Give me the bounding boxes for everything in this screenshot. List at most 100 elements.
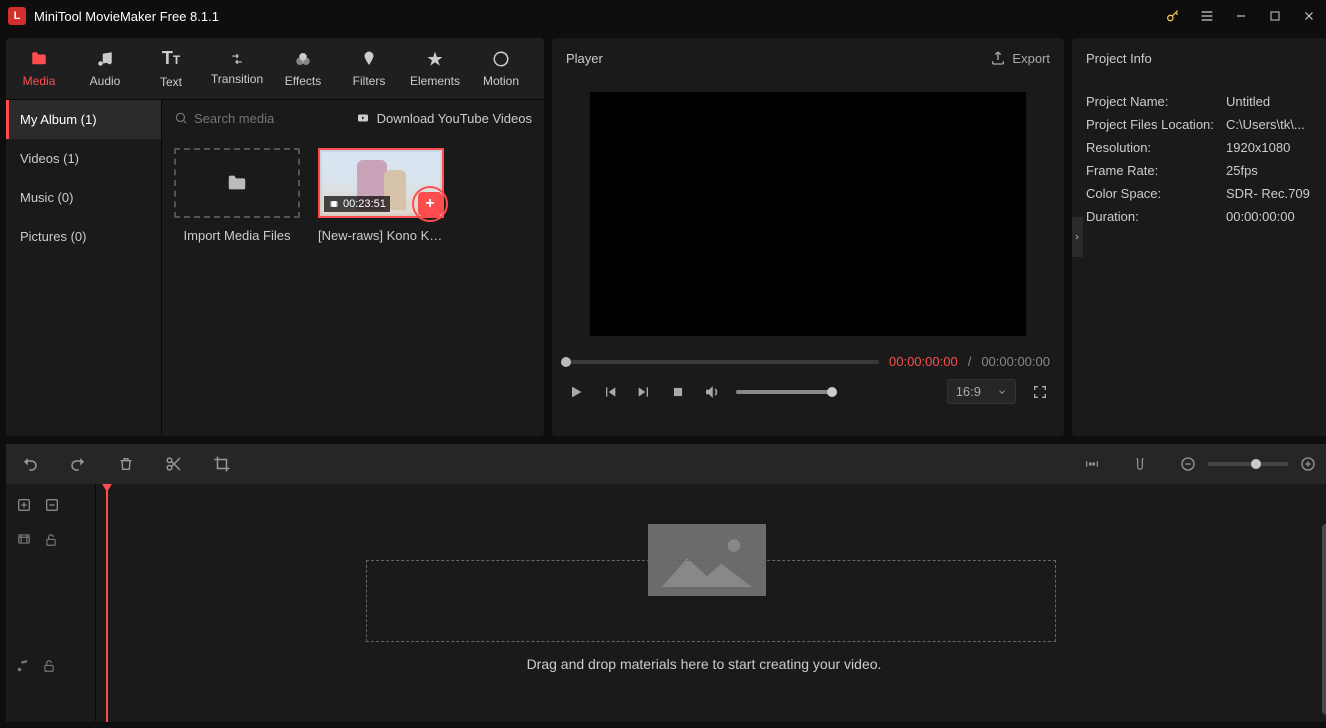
- remove-track-icon[interactable]: [44, 497, 60, 513]
- tab-label: Motion: [483, 74, 519, 88]
- playhead[interactable]: [106, 484, 108, 722]
- export-icon: [990, 50, 1006, 66]
- key-icon[interactable]: [1164, 7, 1182, 25]
- export-button[interactable]: Export: [990, 50, 1050, 66]
- fullscreen-button[interactable]: [1030, 382, 1050, 402]
- volume-button[interactable]: [702, 382, 722, 402]
- sidebar-item-videos[interactable]: Videos (1): [6, 139, 161, 178]
- tab-elements[interactable]: Elements: [402, 38, 468, 99]
- undo-button[interactable]: [20, 454, 40, 474]
- info-row: Frame Rate:25fps: [1086, 163, 1318, 178]
- volume-slider[interactable]: [736, 390, 832, 394]
- text-icon: TT: [162, 48, 180, 69]
- redo-button[interactable]: [68, 454, 88, 474]
- split-button[interactable]: [164, 454, 184, 474]
- search-icon: [174, 111, 188, 125]
- sidebar-item-pictures[interactable]: Pictures (0): [6, 217, 161, 256]
- minimize-icon[interactable]: [1232, 7, 1250, 25]
- lock-icon[interactable]: [44, 532, 58, 548]
- sidebar-item-music[interactable]: Music (0): [6, 178, 161, 217]
- clip-name: [New-raws] Kono Ka...: [318, 228, 444, 243]
- tab-audio[interactable]: Audio: [72, 38, 138, 99]
- zoom-in-button[interactable]: [1298, 454, 1318, 474]
- sidebar-item-myalbum[interactable]: My Album (1): [6, 100, 161, 139]
- import-media-card[interactable]: Import Media Files: [174, 148, 300, 243]
- download-youtube-button[interactable]: Download YouTube Videos: [355, 111, 532, 126]
- player-title: Player: [566, 51, 603, 66]
- maximize-icon[interactable]: [1266, 7, 1284, 25]
- time-total: 00:00:00:00: [981, 354, 1050, 369]
- track-headers: [6, 484, 96, 722]
- media-area: Download YouTube Videos Import Media Fil…: [162, 100, 544, 436]
- music-icon: [96, 50, 114, 68]
- fit-button[interactable]: [1082, 454, 1102, 474]
- motion-icon: [492, 50, 510, 68]
- snap-button[interactable]: [1130, 454, 1150, 474]
- crop-button[interactable]: [212, 454, 232, 474]
- tab-label: Audio: [90, 74, 121, 88]
- transition-icon: [227, 52, 247, 66]
- filters-icon: [360, 50, 378, 68]
- app-title: MiniTool MovieMaker Free 8.1.1: [34, 9, 1164, 24]
- drop-zone[interactable]: [366, 560, 1056, 642]
- track-header-audio: [6, 636, 95, 696]
- time-current: 00:00:00:00: [889, 354, 958, 369]
- add-to-timeline-button[interactable]: +: [412, 186, 448, 222]
- elements-icon: [426, 50, 444, 68]
- timeline-scrollbar[interactable]: [1322, 524, 1326, 716]
- zoom-out-button[interactable]: [1178, 454, 1198, 474]
- info-row: Color Space:SDR- Rec.709: [1086, 186, 1318, 201]
- media-clip-card[interactable]: 00:23:51 + [New-raws] Kono Ka...: [318, 148, 444, 243]
- duration-badge: 00:23:51: [324, 196, 390, 212]
- zoom-slider[interactable]: [1208, 462, 1288, 466]
- import-label: Import Media Files: [174, 228, 300, 243]
- playback-progress[interactable]: [566, 360, 879, 364]
- tab-label: Filters: [353, 74, 386, 88]
- add-track-icon[interactable]: [16, 497, 32, 513]
- info-row: Duration:00:00:00:00: [1086, 209, 1318, 224]
- folder-icon: [29, 50, 49, 68]
- effects-icon: [294, 50, 312, 68]
- prev-frame-button[interactable]: [600, 382, 620, 402]
- tab-label: Elements: [410, 74, 460, 88]
- aspect-ratio-select[interactable]: 16:9: [947, 379, 1016, 404]
- chevron-down-icon: [997, 387, 1007, 397]
- timeline-panel: Drag and drop materials here to start cr…: [6, 444, 1326, 722]
- play-button[interactable]: [566, 382, 586, 402]
- video-preview[interactable]: [590, 92, 1026, 336]
- menu-icon[interactable]: [1198, 7, 1216, 25]
- plus-icon: +: [418, 192, 442, 216]
- media-panel: Media Audio TT Text Transition Effects F…: [6, 38, 544, 436]
- stop-button[interactable]: [668, 382, 688, 402]
- collapse-panel-button[interactable]: [1072, 217, 1083, 257]
- next-frame-button[interactable]: [634, 382, 654, 402]
- delete-button[interactable]: [116, 454, 136, 474]
- youtube-icon: [355, 112, 371, 124]
- tab-label: Media: [23, 74, 56, 88]
- export-label: Export: [1012, 51, 1050, 66]
- drop-hint: Drag and drop materials here to start cr…: [96, 656, 1312, 672]
- player-panel: Player Export 00:00:00:00 / 00:00:00:00: [552, 38, 1064, 436]
- info-row: Project Files Location:C:\Users\tk\...: [1086, 117, 1318, 132]
- folder-icon: [224, 172, 250, 194]
- titlebar: L MiniTool MovieMaker Free 8.1.1: [0, 0, 1326, 32]
- tab-label: Effects: [285, 74, 321, 88]
- search-input[interactable]: [194, 111, 294, 126]
- tab-text[interactable]: TT Text: [138, 38, 204, 99]
- lock-icon[interactable]: [42, 658, 56, 674]
- tab-filters[interactable]: Filters: [336, 38, 402, 99]
- window-controls: [1164, 7, 1318, 25]
- tab-effects[interactable]: Effects: [270, 38, 336, 99]
- tab-motion[interactable]: Motion: [468, 38, 534, 99]
- tab-media[interactable]: Media: [6, 38, 72, 99]
- close-icon[interactable]: [1300, 7, 1318, 25]
- track-header-text: [6, 484, 95, 526]
- video-track-icon: [16, 532, 32, 546]
- audio-track-icon: [16, 658, 30, 674]
- track-header-video: [6, 526, 95, 636]
- timeline-tracks[interactable]: Drag and drop materials here to start cr…: [96, 484, 1326, 722]
- project-info-title: Project Info: [1086, 51, 1152, 66]
- tab-transition[interactable]: Transition: [204, 38, 270, 99]
- clip-thumbnail[interactable]: 00:23:51 +: [318, 148, 444, 218]
- media-sidebar: My Album (1) Videos (1) Music (0) Pictur…: [6, 100, 162, 436]
